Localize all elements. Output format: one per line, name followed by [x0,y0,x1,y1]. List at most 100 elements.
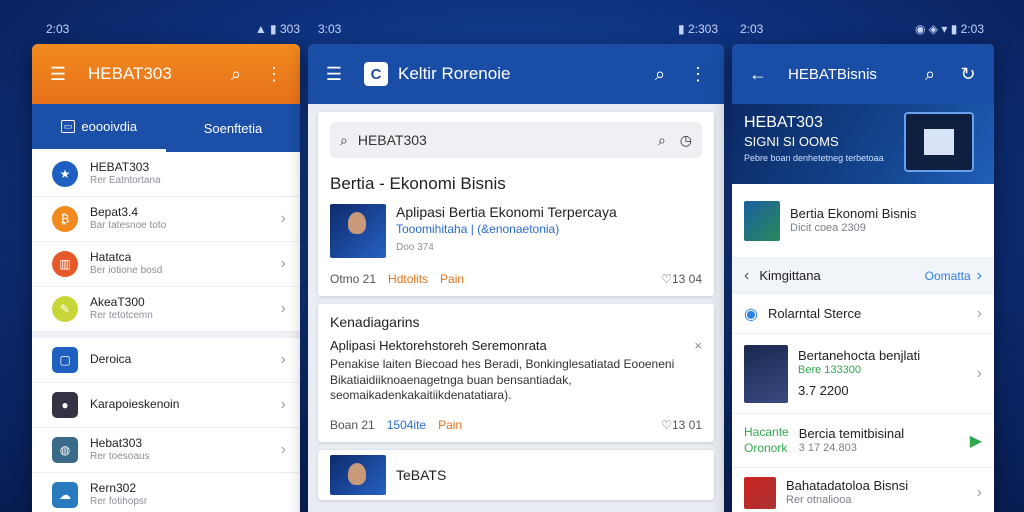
card-description: Penakise laiten Biecoad hes Beradi, Bonk… [330,357,675,403]
status-bar-1: 2:03 ▲ ▮ 303 [46,22,300,36]
square-icon: ▢ [52,347,78,373]
list-item[interactable]: ● Karapoieskenoin › [32,383,300,428]
item-subtitle: 3 17 24.803 [798,441,857,454]
item-title: Bahatadatoloa Bisnsi [786,478,909,494]
menu-icon[interactable]: ☰ [322,62,346,86]
tab-bar: ▭ eoooivdia Soenftetia [32,104,300,152]
chevron-right-icon: › [976,364,982,382]
item-subtitle: Rer otnaliooa [786,493,852,506]
close-icon[interactable]: × [694,338,702,353]
tab-primary[interactable]: ▭ eoooivdia [32,104,166,152]
category-row[interactable]: ‹ Kimgittana Oomatta › [732,258,994,294]
category-link[interactable]: Oomatta [925,269,971,283]
item-title: Hebat303 [90,436,143,451]
item-title: Bertanehocta benjlati [798,348,921,364]
list-item[interactable]: ◉ Rolarntal Sterce › [732,294,994,334]
more-icon[interactable]: ⋮ [686,62,710,86]
item-title: Hatatca [90,250,132,265]
list-item[interactable]: Hacante Oronork Bercia temitbisinal 3 17… [732,414,994,468]
article-item[interactable]: Aplipasi Bertia Ekonomi Terpercaya Tooom… [330,204,702,258]
like-icon[interactable]: ♡ [661,272,672,286]
status-icons: ◉ ◈ ▾ ▮ 2:03 [914,22,984,36]
promo-banner[interactable]: HEBAT303 SIGNI SI OOMS Pebre boan denhet… [732,104,994,184]
item-value: 3.7 2200 [798,383,849,399]
chevron-right-icon[interactable]: › [977,267,982,285]
status-icons: ▲ ▮ 303 [254,22,300,36]
phone-right: ← HEBATBisnis ⌕ ↻ HEBAT303 SIGNI SI OOMS… [732,44,994,512]
device-illustration [904,112,974,172]
card-title: Kenadiagarins [330,314,420,330]
chevron-left-icon[interactable]: ‹ [744,267,749,285]
status-time: 2:03 [46,22,70,36]
status-bar-3: 2:03 ◉ ◈ ▾ ▮ 2:03 [740,22,984,36]
list-item[interactable]: Bertanehocta benjlati Bere 133300 3.7 22… [732,334,994,414]
list-item[interactable]: ₿ Bepat3.4 Bar tatesnoe toto › [32,197,300,242]
list-item[interactable]: ☁ Rern302 Rer fotihopsr [32,473,300,512]
search-submit-icon[interactable]: ⌕ [658,132,666,149]
highlight-button[interactable]: 1504ite [387,418,426,432]
article-thumbnail [330,454,386,495]
like-icon[interactable]: ♡ [661,418,672,432]
status-time: 2:03 [740,22,764,36]
status-bar-2: 3:03 ▮ 2:303 [318,22,718,36]
comment-count[interactable]: Boan 21 [330,418,375,432]
chevron-right-icon: › [280,396,286,413]
article-meta: Doo 374 [396,242,434,253]
article-thumbnail [744,200,780,241]
item-subtitle: Rer toesoaus [90,451,150,463]
tab-label: eoooivdia [81,119,138,134]
search-icon[interactable]: ⌕ [648,62,672,86]
item-title: Karapoieskenoin [90,397,180,412]
chevron-right-icon: › [280,300,286,317]
chevron-right-icon: › [280,441,286,458]
list-item[interactable]: ◍ Hebat303 Rer toesoaus › [32,428,300,473]
pin-button[interactable]: Pain [440,272,464,286]
app-bar: ← HEBATBisnis ⌕ ↻ [732,44,994,104]
app-title: Keltir Rorenoie [398,64,511,83]
back-icon[interactable]: ← [746,62,770,86]
search-icon: ⌕ [340,131,348,148]
item-subtitle: Rer fotihopsr [90,496,148,508]
more-icon[interactable]: ⋮ [262,62,286,86]
toggle-icon[interactable]: ▶ [970,431,982,451]
chevron-right-icon: › [976,483,982,501]
list-item[interactable]: Bahatadatoloa Bisnsi Rer otnaliooa › [732,468,994,512]
section-title: Bertia - Ekonomi Bisnis [330,174,506,193]
pin-button[interactable]: Pain [438,418,462,432]
item-title: Rolarntal Sterce [767,305,862,321]
list-item[interactable]: ★ HEBAT303 Rer Eatntortana [32,152,300,197]
item-subtitle: Dicit coea 2309 [790,221,866,234]
pen-icon: ✎ [52,296,78,322]
search-icon[interactable]: ⌕ [918,62,942,86]
list-item[interactable]: Bertia Ekonomi Bisnis Dicit coea 2309 [732,184,994,258]
status-icons: ▮ 2:303 [678,22,718,36]
item-subtitle: Rer Eatntortana [90,175,161,187]
list-item[interactable]: ▢ Deroica › [32,338,300,383]
list-item[interactable]: ✎ AkeaT300 Rer tetotcemn › [32,287,300,332]
chevron-right-icon: › [976,304,982,322]
bitcoin-icon: ₿ [52,206,78,232]
info-icon: ◉ [744,305,758,323]
article-headline: Aplipasi Bertia Ekonomi Terpercaya [396,204,617,220]
refresh-icon[interactable]: ↻ [956,62,980,86]
feed-card: ⌕ HEBAT303 ⌕ ◷ Bertia - Ekonomi Bisnis A… [318,112,714,296]
item-title: Bepat3.4 [90,205,139,220]
app-title: HEBAT303 [88,64,172,83]
highlight-button[interactable]: Hdtolits [388,272,428,286]
news-card[interactable]: TeBATS [318,449,714,500]
tab-secondary[interactable]: Soenftetia [166,104,300,152]
globe-icon: ◍ [52,437,78,463]
list-item[interactable]: ▥ Hatatca Ber iotione bosd › [32,242,300,287]
phone-middle: ☰ C Keltir Rorenoie ⌕ ⋮ ⌕ HEBAT303 ⌕ ◷ B… [308,44,724,512]
leaf-icon: ☁ [52,482,78,508]
news-card[interactable]: Kenadiagarins Aplipasi Hektorehstoreh Se… [318,304,714,442]
search-icon[interactable]: ⌕ [224,62,248,86]
search-value: HEBAT303 [357,132,427,148]
search-input[interactable]: ⌕ HEBAT303 ⌕ ◷ [330,122,702,158]
like-count: 13 04 [671,272,702,286]
menu-icon[interactable]: ☰ [46,62,70,86]
item-subtitle: Bere 133300 [798,363,861,376]
comment-count[interactable]: Otmo 21 [330,272,376,286]
history-icon[interactable]: ◷ [680,132,692,149]
item-lead: Hacante Oronork [744,424,789,455]
